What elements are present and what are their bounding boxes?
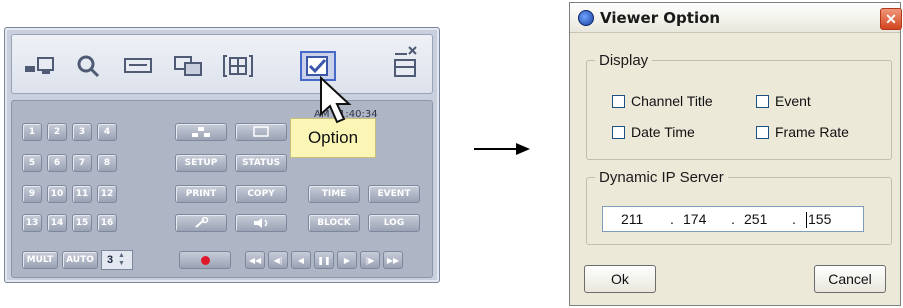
status-button[interactable]: STATUS <box>235 154 287 172</box>
checkbox-box[interactable] <box>756 94 769 108</box>
channel-button-2[interactable]: 2 <box>47 123 67 141</box>
display-group-label: Display <box>599 52 649 69</box>
mouse-cursor-icon <box>320 76 352 124</box>
checkbox-box[interactable] <box>612 125 625 139</box>
setup-button[interactable]: SETUP <box>175 154 227 172</box>
channel-button-14[interactable]: 14 <box>47 214 67 232</box>
channel-button-11[interactable]: 11 <box>72 185 92 203</box>
step-forward-icon: |▶ <box>365 255 375 265</box>
screen-icon <box>253 126 269 137</box>
dialog-titlebar[interactable]: Viewer Option ✕ <box>570 3 902 33</box>
camera-tree-button[interactable] <box>175 123 227 141</box>
split-screen-icon[interactable] <box>220 51 256 81</box>
play-reverse-icon: ◀ <box>297 255 305 265</box>
tool-button[interactable] <box>175 214 227 232</box>
auto-button[interactable]: AUTO <box>62 251 98 269</box>
channel-button-13[interactable]: 13 <box>22 214 42 232</box>
dynamic-ip-group-label: Dynamic IP Server <box>599 169 724 186</box>
record-icon <box>200 255 210 265</box>
pause-button[interactable]: ❚❚ <box>314 251 334 269</box>
channel-button-4[interactable]: 4 <box>97 123 117 141</box>
checkbox-box[interactable] <box>612 94 625 108</box>
channel-button-5[interactable]: 5 <box>22 154 42 172</box>
spinner-arrows-icon[interactable]: ▲ ▼ <box>118 252 125 268</box>
channel-button-6[interactable]: 6 <box>47 154 67 172</box>
channel-title-checkbox[interactable]: Channel Title <box>612 93 713 109</box>
search-icon[interactable] <box>70 51 106 81</box>
step-back-icon: ◀| <box>273 255 283 265</box>
fast-forward-button[interactable]: ▶▶ <box>383 251 403 269</box>
log-button[interactable]: LOG <box>368 214 420 232</box>
channel-button-7[interactable]: 7 <box>72 154 92 172</box>
channel-button-10[interactable]: 10 <box>47 185 67 203</box>
ip-octet-1[interactable]: 211 <box>621 211 643 227</box>
sequence-spinner[interactable]: 3 ▲ ▼ <box>101 250 133 270</box>
ip-dot-3: . <box>792 211 796 227</box>
channel-button-12[interactable]: 12 <box>97 185 117 203</box>
ip-dot-2: . <box>731 211 735 227</box>
step-back-button[interactable]: ◀| <box>268 251 288 269</box>
ok-button[interactable]: Ok <box>584 265 656 293</box>
rewind-button[interactable]: ◀◀ <box>245 251 265 269</box>
dialog-title: Viewer Option <box>600 8 721 27</box>
date-time-label: Date Time <box>631 124 695 140</box>
block-button[interactable]: BLOCK <box>308 214 360 232</box>
channel-button-8[interactable]: 8 <box>97 154 117 172</box>
play-icon: ▶ <box>343 255 351 265</box>
pause-icon: ❚❚ <box>317 255 331 265</box>
viewer-option-dialog: Viewer Option ✕ Display Channel Title Ev… <box>569 2 902 306</box>
window-controls-icon[interactable] <box>392 41 418 85</box>
toolbar <box>11 34 433 94</box>
close-icon: ✕ <box>885 10 897 27</box>
camera-tree-icon <box>192 127 210 137</box>
event-checkbox[interactable]: Event <box>756 93 811 109</box>
play-button[interactable]: ▶ <box>337 251 357 269</box>
channel-button-9[interactable]: 9 <box>22 185 42 203</box>
close-button[interactable]: ✕ <box>880 8 902 30</box>
speaker-icon <box>254 218 268 228</box>
time-button[interactable]: TIME <box>308 185 360 203</box>
print-button[interactable]: PRINT <box>175 185 227 203</box>
channel-button-16[interactable]: 16 <box>97 214 117 232</box>
monitor-icon[interactable] <box>120 51 156 81</box>
mult-button[interactable]: MULT <box>22 251 58 269</box>
wrench-icon <box>195 217 209 228</box>
capture-icon[interactable] <box>170 51 206 81</box>
ip-octet-2[interactable]: 174 <box>683 211 706 227</box>
app-icon <box>578 9 594 26</box>
ip-address-input[interactable]: 211 . 174 . 251 . 155 <box>602 206 864 232</box>
record-button[interactable] <box>179 251 231 269</box>
channel-button-15[interactable]: 15 <box>72 214 92 232</box>
audio-button[interactable] <box>235 214 287 232</box>
text-caret <box>806 212 807 228</box>
date-time-checkbox[interactable]: Date Time <box>612 124 695 140</box>
fast-forward-icon: ▶▶ <box>386 255 400 265</box>
checkbox-box[interactable] <box>756 125 769 139</box>
channel-button-1[interactable]: 1 <box>22 123 42 141</box>
right-arrow-icon <box>474 143 530 155</box>
rewind-icon: ◀◀ <box>248 255 262 265</box>
channel-button-3[interactable]: 3 <box>72 123 92 141</box>
channel-title-label: Channel Title <box>631 93 713 109</box>
frame-rate-label: Frame Rate <box>775 124 849 140</box>
event-button[interactable]: EVENT <box>368 185 420 203</box>
step-forward-button[interactable]: |▶ <box>360 251 380 269</box>
ip-octet-4[interactable]: 155 <box>808 211 831 227</box>
ip-octet-3[interactable]: 251 <box>744 211 767 227</box>
copy-button[interactable]: COPY <box>235 185 287 203</box>
ip-dot-1: . <box>670 211 674 227</box>
event-label: Event <box>775 93 811 109</box>
network-icon[interactable] <box>22 51 58 81</box>
screen-button[interactable] <box>235 123 287 141</box>
play-reverse-button[interactable]: ◀ <box>291 251 311 269</box>
frame-rate-checkbox[interactable]: Frame Rate <box>756 124 849 140</box>
spinner-value: 3 <box>106 254 114 266</box>
cancel-button[interactable]: Cancel <box>814 265 886 293</box>
